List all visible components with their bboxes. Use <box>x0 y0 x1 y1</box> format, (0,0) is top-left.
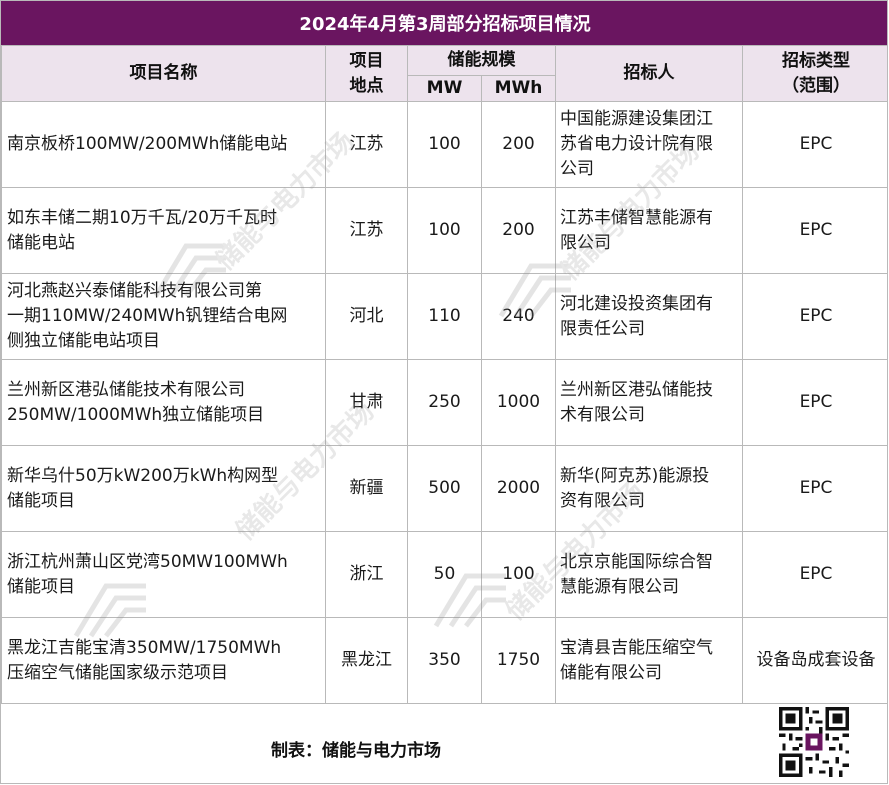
header-mw: MW <box>407 75 482 102</box>
bidder-line: 河北建设投资集团有 <box>560 293 713 314</box>
table-body: 南京板桥100MW/200MWh储能电站 江苏 100 200 中国能源建设集团江 苏省电… <box>1 101 887 704</box>
cell-tender-type: EPC <box>742 531 887 618</box>
table-title: 2024年4月第3周部分招标项目情况 <box>1 1 887 45</box>
bidder-line: 资有限公司 <box>560 490 645 511</box>
header-mwh: MWh <box>481 75 556 102</box>
table-row: 南京板桥100MW/200MWh储能电站 江苏 100 200 中国能源建设集团江 苏省电… <box>1 101 887 188</box>
cell-mw: 500 <box>407 445 482 532</box>
cell-mw: 100 <box>407 101 482 188</box>
cell-bidder: 宝清县吉能压缩空气 储能有限公司 <box>555 617 743 704</box>
bidder-line: 限公司 <box>560 232 611 253</box>
cell-tender-type: EPC <box>742 445 887 532</box>
cell-bidder: 北京京能国际综合智 慧能源有限公司 <box>555 531 743 618</box>
cell-project-name: 黑龙江吉能宝清350MW/1750MWh 压缩空气储能国家级示范项目 <box>1 617 326 704</box>
cell-location: 江苏 <box>325 101 408 188</box>
cell-bidder: 江苏丰储智慧能源有 限公司 <box>555 187 743 274</box>
bidder-line: 中国能源建设集团江 <box>560 109 713 129</box>
project-name-line: 储能项目 <box>7 490 75 511</box>
header-scale: 储能规模 <box>407 45 556 76</box>
cell-location: 浙江 <box>325 531 408 618</box>
cell-project-name: 河北燕赵兴泰储能科技有限公司第一期110MW/240MWh钒锂结合电网 侧独立储能… <box>1 273 326 360</box>
table-page: 2024年4月第3周部分招标项目情况 项目名称 项目 地点 储能规模 招标人 招… <box>0 0 888 784</box>
bidder-line: 宝清县吉能压缩空气 <box>560 637 713 658</box>
project-name-line: 黑龙江吉能宝清350MW/1750MWh <box>7 637 282 658</box>
project-name-line: 储能电站 <box>7 232 75 253</box>
cell-mwh: 200 <box>481 187 556 274</box>
cell-tender-type: EPC <box>742 273 887 360</box>
cell-location: 江苏 <box>325 187 408 274</box>
project-name-line: 侧独立储能电站项目 <box>7 331 160 351</box>
header-location-line1: 项目 <box>349 50 384 71</box>
table-row: 浙江杭州萧山区党湾50MW100MWh 储能项目 浙江 50 100 北京京能国际综合智慧… <box>1 531 887 618</box>
cell-bidder: 河北建设投资集团有 限责任公司 <box>555 273 743 360</box>
bidder-line: 公司 <box>560 159 594 179</box>
header-project-name: 项目名称 <box>1 45 326 102</box>
project-name-line: 南京板桥100MW/200MWh储能电站 <box>7 134 288 154</box>
project-name-line: 浙江杭州萧山区党湾50MW100MWh <box>7 551 288 572</box>
qr-code-icon <box>779 707 849 777</box>
cell-mw: 110 <box>407 273 482 360</box>
bidder-line: 限责任公司 <box>560 318 645 339</box>
cell-bidder: 新华(阿克苏)能源投 资有限公司 <box>555 445 743 532</box>
bidder-line: 术有限公司 <box>560 404 645 425</box>
header-bidder: 招标人 <box>555 45 743 102</box>
cell-mwh: 100 <box>481 531 556 618</box>
cell-location: 河北 <box>325 273 408 360</box>
header-type-line1: 招标类型 <box>782 50 850 71</box>
cell-tender-type: 设备岛成套设备 <box>742 617 887 704</box>
cell-mwh: 1750 <box>481 617 556 704</box>
table-row: 新华乌什50万kW200万kWh构网型 储能项目 新疆 500 2000 新华(阿克苏)能… <box>1 445 887 532</box>
cell-mw: 100 <box>407 187 482 274</box>
cell-tender-type: EPC <box>742 187 887 274</box>
header-location: 项目 地点 <box>325 45 408 102</box>
bidder-line: 储能有限公司 <box>560 662 662 683</box>
cell-location: 新疆 <box>325 445 408 532</box>
table-row: 河北燕赵兴泰储能科技有限公司第一期110MW/240MWh钒锂结合电网 侧独立储能… <box>1 273 887 360</box>
project-name-line: 新华乌什50万kW200万kWh构网型 <box>7 465 279 486</box>
cell-mwh: 1000 <box>481 359 556 446</box>
header-type: 招标类型 （范围） <box>742 45 887 102</box>
cell-project-name: 如东丰储二期10万千瓦/20万千瓦时 储能电站 <box>1 187 326 274</box>
project-name-line: 储能项目 <box>7 576 75 597</box>
cell-project-name: 浙江杭州萧山区党湾50MW100MWh 储能项目 <box>1 531 326 618</box>
footer-credit: 制表：储能与电力市场 <box>271 741 441 761</box>
project-name-line: 一期110MW/240MWh钒锂结合电网 <box>7 306 288 326</box>
project-name-line: 如东丰储二期10万千瓦/20万千瓦时 <box>7 207 277 228</box>
cell-location: 黑龙江 <box>325 617 408 704</box>
project-name-line: 压缩空气储能国家级示范项目 <box>7 662 228 683</box>
cell-project-name: 兰州新区港弘储能技术有限公司 250MW/1000MWh独立储能项目 <box>1 359 326 446</box>
cell-location: 甘肃 <box>325 359 408 446</box>
cell-bidder: 兰州新区港弘储能技 术有限公司 <box>555 359 743 446</box>
header-type-line2: （范围） <box>782 75 850 96</box>
cell-project-name: 新华乌什50万kW200万kWh构网型 储能项目 <box>1 445 326 532</box>
cell-mwh: 240 <box>481 273 556 360</box>
cell-bidder: 中国能源建设集团江 苏省电力设计院有限 公司 <box>555 101 743 188</box>
project-name-line: 250MW/1000MWh独立储能项目 <box>7 404 265 425</box>
table-row: 如东丰储二期10万千瓦/20万千瓦时 储能电站 江苏 100 200 江苏丰储智慧能源有限… <box>1 187 887 274</box>
project-name-line: 兰州新区港弘储能技术有限公司 <box>7 379 245 400</box>
footer: 制表：储能与电力市场 <box>1 702 887 783</box>
cell-project-name: 南京板桥100MW/200MWh储能电站 <box>1 101 326 188</box>
cell-mw: 50 <box>407 531 482 618</box>
header-location-line2: 地点 <box>349 75 384 96</box>
table-row: 兰州新区港弘储能技术有限公司 250MW/1000MWh独立储能项目 甘肃 250 10… <box>1 359 887 446</box>
bidder-line: 慧能源有限公司 <box>560 576 679 597</box>
table-row: 黑龙江吉能宝清350MW/1750MWh 压缩空气储能国家级示范项目 黑龙江 350 1… <box>1 617 887 704</box>
tender-table: 项目名称 项目 地点 储能规模 招标人 招标类型 （范围） MW MWh 南京板… <box>1 45 887 704</box>
cell-mwh: 2000 <box>481 445 556 532</box>
bidder-line: 苏省电力设计院有限 <box>560 134 713 154</box>
cell-tender-type: EPC <box>742 359 887 446</box>
cell-tender-type: EPC <box>742 101 887 188</box>
cell-mw: 350 <box>407 617 482 704</box>
bidder-line: 北京京能国际综合智 <box>560 551 713 572</box>
bidder-line: 兰州新区港弘储能技 <box>560 379 713 400</box>
bidder-line: 新华(阿克苏)能源投 <box>560 465 710 486</box>
cell-mw: 250 <box>407 359 482 446</box>
project-name-line: 河北燕赵兴泰储能科技有限公司第 <box>7 281 262 301</box>
bidder-line: 江苏丰储智慧能源有 <box>560 207 713 228</box>
cell-mwh: 200 <box>481 101 556 188</box>
